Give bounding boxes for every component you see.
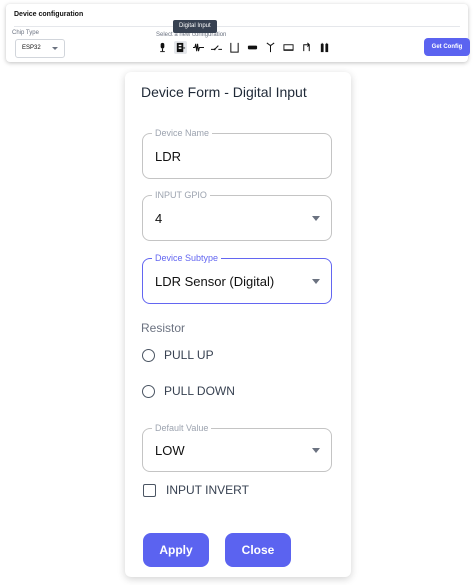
chevron-down-icon	[312, 448, 320, 453]
panel-title: Device configuration	[14, 11, 84, 18]
default-value-label: Default Value	[152, 423, 212, 434]
input-gpio-value: 4	[155, 211, 163, 226]
chip-type-value: ESP32	[22, 45, 41, 51]
input-invert-option[interactable]: INPUT INVERT	[143, 483, 249, 497]
apply-button[interactable]: Apply	[143, 533, 209, 567]
divider	[14, 26, 460, 27]
pull-down-option[interactable]: PULL DOWN	[142, 384, 235, 398]
input-invert-checkbox[interactable]	[143, 483, 156, 497]
device-name-value: LDR	[155, 149, 182, 164]
pull-down-label: PULL DOWN	[164, 384, 235, 398]
buzzer-icon[interactable]	[246, 41, 259, 54]
device-subtype-value: LDR Sensor (Digital)	[155, 274, 275, 289]
form-title: Device Form - Digital Input	[141, 84, 307, 100]
digital-input-icon[interactable]	[174, 41, 187, 54]
battery-icon[interactable]	[318, 41, 331, 54]
device-subtype-label: Device Subtype	[152, 253, 222, 264]
chevron-down-icon	[312, 216, 320, 221]
relay-icon[interactable]	[228, 41, 241, 54]
resistor-label: Resistor	[141, 321, 186, 335]
close-button[interactable]: Close	[225, 533, 291, 567]
device-subtype-select[interactable]: Device Subtype LDR Sensor (Digital)	[142, 253, 332, 304]
default-value-value: LOW	[155, 443, 185, 458]
device-name-field[interactable]: Device Name LDR	[142, 128, 332, 179]
display-icon[interactable]	[282, 41, 295, 54]
pull-down-radio[interactable]	[142, 384, 155, 398]
device-configuration-panel: Device configuration Chip Type ESP32 Sel…	[6, 4, 470, 62]
microphone-icon[interactable]	[156, 41, 169, 54]
device-type-icons	[156, 41, 331, 55]
analog-signal-icon[interactable]	[192, 41, 205, 54]
antenna-icon[interactable]	[264, 41, 277, 54]
chevron-down-icon	[52, 47, 58, 50]
chip-type-label: Chip Type	[12, 30, 39, 36]
chevron-down-icon	[312, 279, 320, 284]
switch-icon[interactable]	[210, 41, 223, 54]
device-form-card: Device Form - Digital Input Device Name …	[125, 72, 351, 577]
default-value-select[interactable]: Default Value LOW	[142, 423, 332, 472]
pull-up-label: PULL UP	[164, 348, 214, 362]
device-name-label: Device Name	[152, 128, 213, 139]
pull-up-radio[interactable]	[142, 348, 155, 362]
input-gpio-select[interactable]: INPUT GPIO 4	[142, 190, 332, 241]
pull-up-option[interactable]: PULL UP	[142, 348, 214, 362]
input-gpio-label: INPUT GPIO	[152, 190, 210, 201]
tooltip: Digital Input	[173, 20, 217, 33]
input-invert-label: INPUT INVERT	[166, 483, 249, 497]
get-config-button[interactable]: Get Config	[424, 38, 470, 56]
chip-type-select[interactable]: ESP32	[15, 39, 65, 58]
swap-icon[interactable]	[300, 41, 313, 54]
